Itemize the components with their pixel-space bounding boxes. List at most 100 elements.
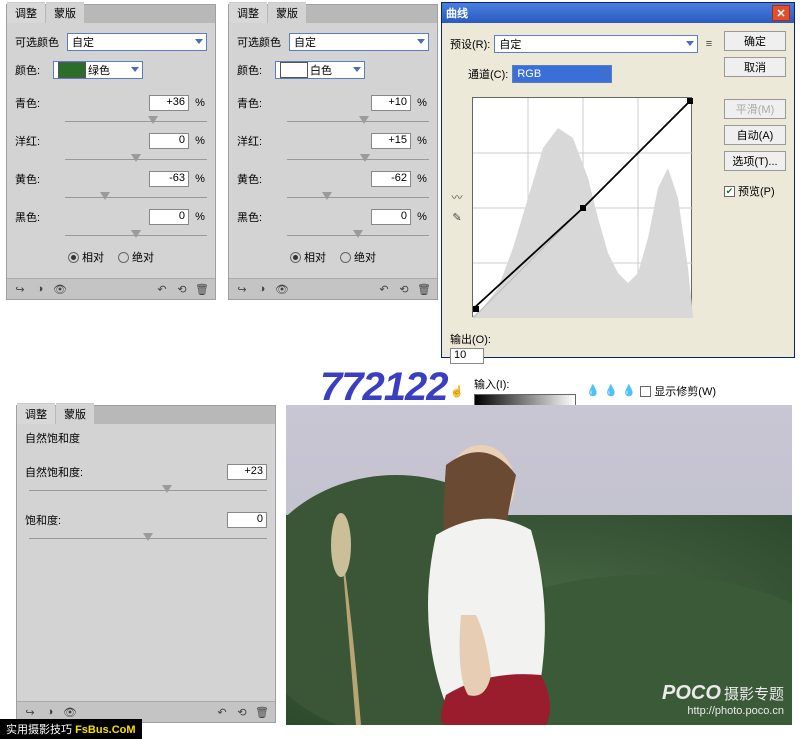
black-slider[interactable] [287,229,429,243]
mode-absolute[interactable]: 绝对 [340,249,376,265]
channel-select[interactable]: RGB [512,65,612,83]
eye-icon[interactable]: 👁 [53,282,67,296]
yellow-value[interactable]: -63 [149,171,189,187]
yellow-label: 黄色: [15,171,63,187]
panel-footer: ↪ ◑ 👁 ↶ ⟲ 🗑 [7,278,215,299]
smooth-button: 平滑(M) [724,99,786,119]
curve-tool-icon[interactable]: 〰 [450,190,464,204]
arrow-icon[interactable]: ↪ [235,282,249,296]
color-select[interactable]: 绿色 [53,61,143,79]
black-value[interactable]: 0 [149,209,189,225]
curve-graph[interactable] [472,97,692,317]
color-swatch-icon [280,62,308,78]
selective-color-panel-2: 调整蒙版 可选颜色自定 颜色:白色 青色:+10% 洋红:+15% 黄色:-62… [228,4,438,300]
circle-icon[interactable]: ◑ [33,282,47,296]
auto-button[interactable]: 自动(A) [724,125,786,145]
preset-select[interactable]: 自定 [67,33,207,51]
saturation-value[interactable]: 0 [227,512,267,528]
mode-absolute[interactable]: 绝对 [118,249,154,265]
vibrance-slider[interactable] [29,484,267,498]
site-badge: 实用摄影技巧 FsBus.CoM [0,719,142,739]
tab-mask[interactable]: 蒙版 [56,403,94,424]
tab-adjust[interactable]: 调整 [17,403,55,424]
close-icon[interactable]: ✕ [772,5,790,21]
ok-button[interactable]: 确定 [724,31,786,51]
watermark-url: http://photo.poco.cn [662,705,784,717]
back-icon[interactable]: ↶ [155,282,169,296]
pct: % [193,97,207,109]
color-label: 颜色: [15,62,49,78]
eye-icon[interactable]: 👁 [275,282,289,296]
trash-icon[interactable]: 🗑 [195,282,209,296]
vibrance-panel: 调整蒙版 自然饱和度 自然饱和度:+23 饱和度:0 ↪◑👁↶⟲🗑 [16,405,276,723]
dialog-title: 曲线 [446,5,468,21]
yellow-label: 黄色: [237,171,285,187]
magenta-slider[interactable] [65,153,207,167]
black-slider[interactable] [65,229,207,243]
tab-mask[interactable]: 蒙版 [46,2,84,23]
cyan-value[interactable]: +36 [149,95,189,111]
magenta-slider[interactable] [287,153,429,167]
back-icon[interactable]: ↶ [377,282,391,296]
show-clipping-checkbox[interactable]: 显示修剪(W) [640,383,716,399]
titlebar[interactable]: 曲线 ✕ [442,3,794,23]
preview-checkbox[interactable]: ✔预览(P) [724,183,786,199]
curves-preset-select[interactable]: 自定 [494,35,698,53]
selective-color-panel-1: 调整 蒙版 可选颜色 自定 颜色: 绿色 青色:+36% 洋红:0% 黄色:-6… [6,4,216,300]
result-photo: POCO 摄影专题 http://photo.poco.cn [286,405,792,725]
saturation-slider[interactable] [29,532,267,546]
magenta-value[interactable]: +15 [371,133,411,149]
color-select[interactable]: 白色 [275,61,365,79]
cyan-label: 青色: [237,95,285,111]
magenta-label: 洋红: [237,133,285,149]
circle-icon[interactable]: ◑ [255,282,269,296]
target-adjust-icon[interactable]: ☝ [450,384,464,398]
yellow-slider[interactable] [65,191,207,205]
trash-icon[interactable]: 🗑 [417,282,431,296]
options-button[interactable]: 选项(T)... [724,151,786,171]
eyedropper-black-icon[interactable]: 💧 [586,384,600,398]
yellow-slider[interactable] [287,191,429,205]
watermark-topic: 摄影专题 [724,686,784,703]
yellow-value[interactable]: -62 [371,171,411,187]
tab-adjust[interactable]: 调整 [229,2,267,23]
badge-right: FsBus.CoM [75,724,136,736]
tab-mask[interactable]: 蒙版 [268,2,306,23]
watermark: POCO 摄影专题 http://photo.poco.cn [662,682,784,717]
magenta-value[interactable]: 0 [149,133,189,149]
output-value[interactable]: 10 [450,348,484,364]
reset-icon[interactable]: ⟲ [235,705,249,719]
cyan-value[interactable]: +10 [371,95,411,111]
vibrance-label: 自然饱和度: [25,464,95,480]
eyedropper-white-icon[interactable]: 💧 [622,384,636,398]
mode-relative[interactable]: 相对 [68,249,104,265]
pencil-tool-icon[interactable]: ✎ [450,210,464,224]
eye-icon[interactable]: 👁 [63,705,77,719]
mode-relative[interactable]: 相对 [290,249,326,265]
cyan-slider[interactable] [65,115,207,129]
black-label: 黑色: [237,209,285,225]
color-swatch-icon [58,62,86,78]
cyan-label: 青色: [15,95,63,111]
arrow-icon[interactable]: ↪ [23,705,37,719]
reset-icon[interactable]: ⟲ [175,282,189,296]
eyedropper-gray-icon[interactable]: 💧 [604,384,618,398]
black-label: 黑色: [15,209,63,225]
output-label: 输出(O): [450,331,491,347]
preset-menu-icon[interactable]: ≡ [702,37,716,51]
cyan-slider[interactable] [287,115,429,129]
overlay-number: 772122 [320,365,447,410]
black-value[interactable]: 0 [371,209,411,225]
trash-icon[interactable]: 🗑 [255,705,269,719]
preset-select[interactable]: 自定 [289,33,429,51]
arrow-icon[interactable]: ↪ [13,282,27,296]
vibrance-value[interactable]: +23 [227,464,267,480]
circle-icon[interactable]: ◑ [43,705,57,719]
saturation-label: 饱和度: [25,512,95,528]
title-label: 可选颜色 [15,34,63,50]
reset-icon[interactable]: ⟲ [397,282,411,296]
tab-adjust[interactable]: 调整 [7,2,45,23]
curves-dialog: 曲线 ✕ 预设(R):自定≡ 通道(C):RGB 〰 ✎ [441,2,795,358]
cancel-button[interactable]: 取消 [724,57,786,77]
back-icon[interactable]: ↶ [215,705,229,719]
